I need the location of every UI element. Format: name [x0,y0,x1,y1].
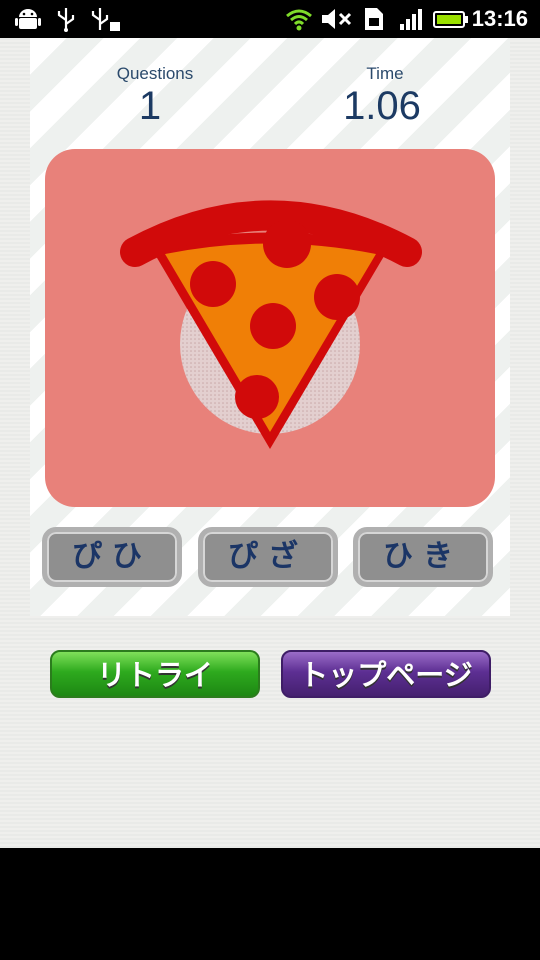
answer-choice-3[interactable]: ひき [353,527,493,587]
questions-label: Questions [116,64,194,83]
time-label: Time [366,64,404,83]
status-bar: 13:16 [0,0,540,38]
pizza-slice-icon [120,200,422,449]
quiz-screen: Questions 1 Time 1.06 ぴひ ぴざ ひき リトライ トップペ… [0,38,540,848]
sim-icon [365,8,383,30]
retry-button[interactable]: リトライ [50,650,260,698]
android-icon [15,9,41,29]
time-value: 1.06 [343,84,421,128]
mute-icon [322,9,352,29]
answer-choice-1[interactable]: ぴひ [42,527,182,587]
clock-time: 13:16 [471,6,528,31]
answer-choice-2[interactable]: ぴざ [198,527,338,587]
wifi-icon [286,9,312,31]
questions-count: 1 [138,84,162,128]
question-picture [45,149,495,507]
top-page-button[interactable]: トップページ [281,650,491,698]
usb-debug-icon [91,8,120,31]
quiz-card: Questions 1 Time 1.06 ぴひ ぴざ ひき [30,38,510,616]
battery-icon [433,11,468,28]
usb-icon [57,8,75,32]
signal-icon [400,9,422,30]
